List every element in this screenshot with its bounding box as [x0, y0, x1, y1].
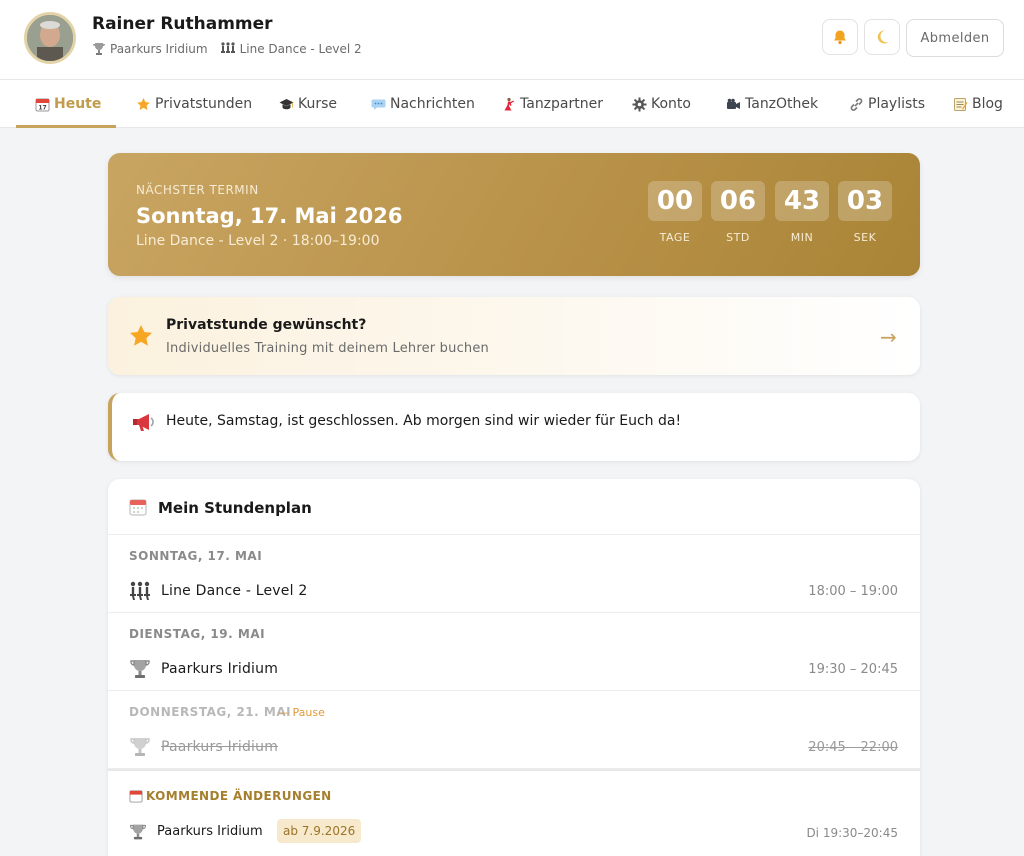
change-course-name: Paarkurs Iridium	[157, 824, 263, 839]
user-course-2: Line Dance - Level 2	[239, 42, 362, 56]
next-event-date: Sonntag, 17. Mai 2026	[136, 204, 403, 228]
private-lesson-subtitle: Individuelles Training mit deinem Lehrer…	[166, 341, 489, 356]
tab-heute[interactable]: 17 Heute	[35, 80, 101, 128]
course-time: 20:45 – 22:00	[808, 740, 898, 755]
star-icon	[137, 97, 150, 110]
logout-button[interactable]: Abmelden	[906, 19, 1004, 57]
dancer-icon	[504, 97, 514, 110]
gear-icon	[632, 97, 647, 111]
line-dance-icon	[220, 42, 235, 53]
trophy-icon	[130, 660, 150, 678]
line-dance-icon	[130, 581, 150, 600]
countdown-seconds: 03	[838, 181, 892, 221]
arrow-right-icon[interactable]: →	[880, 325, 897, 349]
tab-label: Blog	[972, 96, 1003, 112]
countdown-days-label: TAGE	[659, 231, 691, 244]
tab-label: Nachrichten	[390, 96, 475, 112]
day-label: DIENSTAG, 19. MAI	[129, 627, 266, 641]
tab-playlists[interactable]: Playlists	[849, 80, 925, 128]
schedule-title: Mein Stundenplan	[158, 499, 312, 517]
course-name: Paarkurs Iridium	[161, 739, 279, 755]
private-lesson-title: Privatstunde gewünscht?	[166, 317, 367, 333]
next-event-card: NÄCHSTER TERMIN Sonntag, 17. Mai 2026 Li…	[108, 153, 920, 276]
video-camera-icon	[727, 98, 740, 109]
course-time: 18:00 – 19:00	[808, 584, 898, 599]
upcoming-changes: KOMMENDE ÄNDERUNGEN Paarkurs Iridium ab …	[108, 769, 920, 856]
countdown-hours-label: STD	[726, 231, 750, 244]
avatar-photo	[27, 15, 73, 61]
upcoming-changes-label: KOMMENDE ÄNDERUNGEN	[146, 789, 332, 803]
schedule-header: Mein Stundenplan	[108, 479, 920, 535]
schedule-card: Mein Stundenplan SONNTAG, 17. MAI Line D…	[108, 479, 920, 856]
tab-label: Kurse	[298, 96, 338, 112]
change-date-badge: ab 7.9.2026	[277, 819, 362, 843]
svg-text:17: 17	[38, 104, 46, 111]
star-icon	[130, 325, 152, 346]
active-tab-indicator	[16, 125, 116, 128]
private-lesson-card[interactable]: Privatstunde gewünscht? Individuelles Tr…	[108, 297, 920, 375]
user-name: Rainer Ruthammer	[92, 14, 273, 34]
countdown-minutes-label: MIN	[790, 231, 814, 244]
user-courses: Paarkurs Iridium Line Dance - Level 2	[92, 42, 362, 56]
tab-kurse[interactable]: Kurse	[279, 80, 337, 128]
course-name: Paarkurs Iridium	[161, 661, 279, 677]
tab-blog[interactable]: Blog	[953, 80, 1003, 128]
trophy-icon	[130, 738, 150, 756]
memo-icon	[954, 97, 968, 111]
speech-bubble-icon	[371, 99, 386, 110]
schedule-day-cancelled[interactable]: DONNERSTAG, 21. MAI — Pause Paarkurs Iri…	[108, 691, 920, 769]
next-event-kicker: NÄCHSTER TERMIN	[136, 183, 259, 197]
countdown-days: 00	[648, 181, 702, 221]
schedule-day[interactable]: DIENSTAG, 19. MAI Paarkurs Iridium 19:30…	[108, 613, 920, 691]
tab-label: Privatstunden	[155, 96, 253, 112]
tab-nachrichten[interactable]: Nachrichten	[371, 80, 475, 128]
next-event-detail: Line Dance - Level 2 · 18:00–19:00	[136, 233, 380, 249]
announcement-text: Heute, Samstag, ist geschlossen. Ab morg…	[166, 413, 682, 429]
change-time: Di 19:30–20:45	[806, 826, 898, 840]
tab-privatstunden[interactable]: Privatstunden	[136, 80, 252, 128]
megaphone-icon	[133, 414, 154, 431]
theme-toggle-button[interactable]	[864, 19, 900, 55]
graduation-cap-icon	[279, 98, 294, 109]
schedule-day[interactable]: SONNTAG, 17. MAI Line Dance - Level 2 18…	[108, 535, 920, 613]
day-label: DONNERSTAG, 21. MAI	[129, 705, 292, 719]
tab-label: Tanzpartner	[520, 96, 603, 112]
announcement-card: Heute, Samstag, ist geschlossen. Ab morg…	[108, 393, 920, 461]
countdown-minutes: 43	[775, 181, 829, 221]
calendar-icon	[129, 499, 147, 516]
notifications-button[interactable]	[822, 19, 858, 55]
pause-label: — Pause	[278, 706, 325, 719]
avatar[interactable]	[24, 12, 76, 64]
trophy-icon	[93, 43, 105, 55]
main-nav: 17 Heute Privatstunden Kurse Nachrichten…	[0, 80, 1024, 128]
bell-icon	[834, 30, 846, 45]
top-header: Rainer Ruthammer Paarkurs Iridium Line D…	[0, 0, 1024, 80]
tab-konto[interactable]: Konto	[632, 80, 691, 128]
upcoming-changes-title: KOMMENDE ÄNDERUNGEN	[129, 789, 332, 803]
trophy-icon	[130, 824, 146, 840]
link-icon	[850, 97, 863, 111]
tab-tanzpartner[interactable]: Tanzpartner	[501, 80, 603, 128]
course-name: Line Dance - Level 2	[161, 583, 308, 599]
course-time: 19:30 – 20:45	[808, 662, 898, 677]
calendar-icon	[129, 790, 143, 803]
day-label: SONNTAG, 17. MAI	[129, 549, 263, 563]
tab-tanzothek[interactable]: TanzOthek	[726, 80, 818, 128]
tab-label: Playlists	[868, 96, 926, 112]
countdown-seconds-label: SEK	[853, 231, 877, 244]
user-course-1: Paarkurs Iridium	[110, 42, 208, 56]
tab-label: Heute	[54, 96, 102, 112]
countdown-hours: 06	[711, 181, 765, 221]
tab-label: Konto	[651, 96, 691, 112]
calendar-icon: 17	[35, 98, 50, 111]
moon-icon	[877, 30, 889, 44]
tab-label: TanzOthek	[745, 96, 819, 112]
